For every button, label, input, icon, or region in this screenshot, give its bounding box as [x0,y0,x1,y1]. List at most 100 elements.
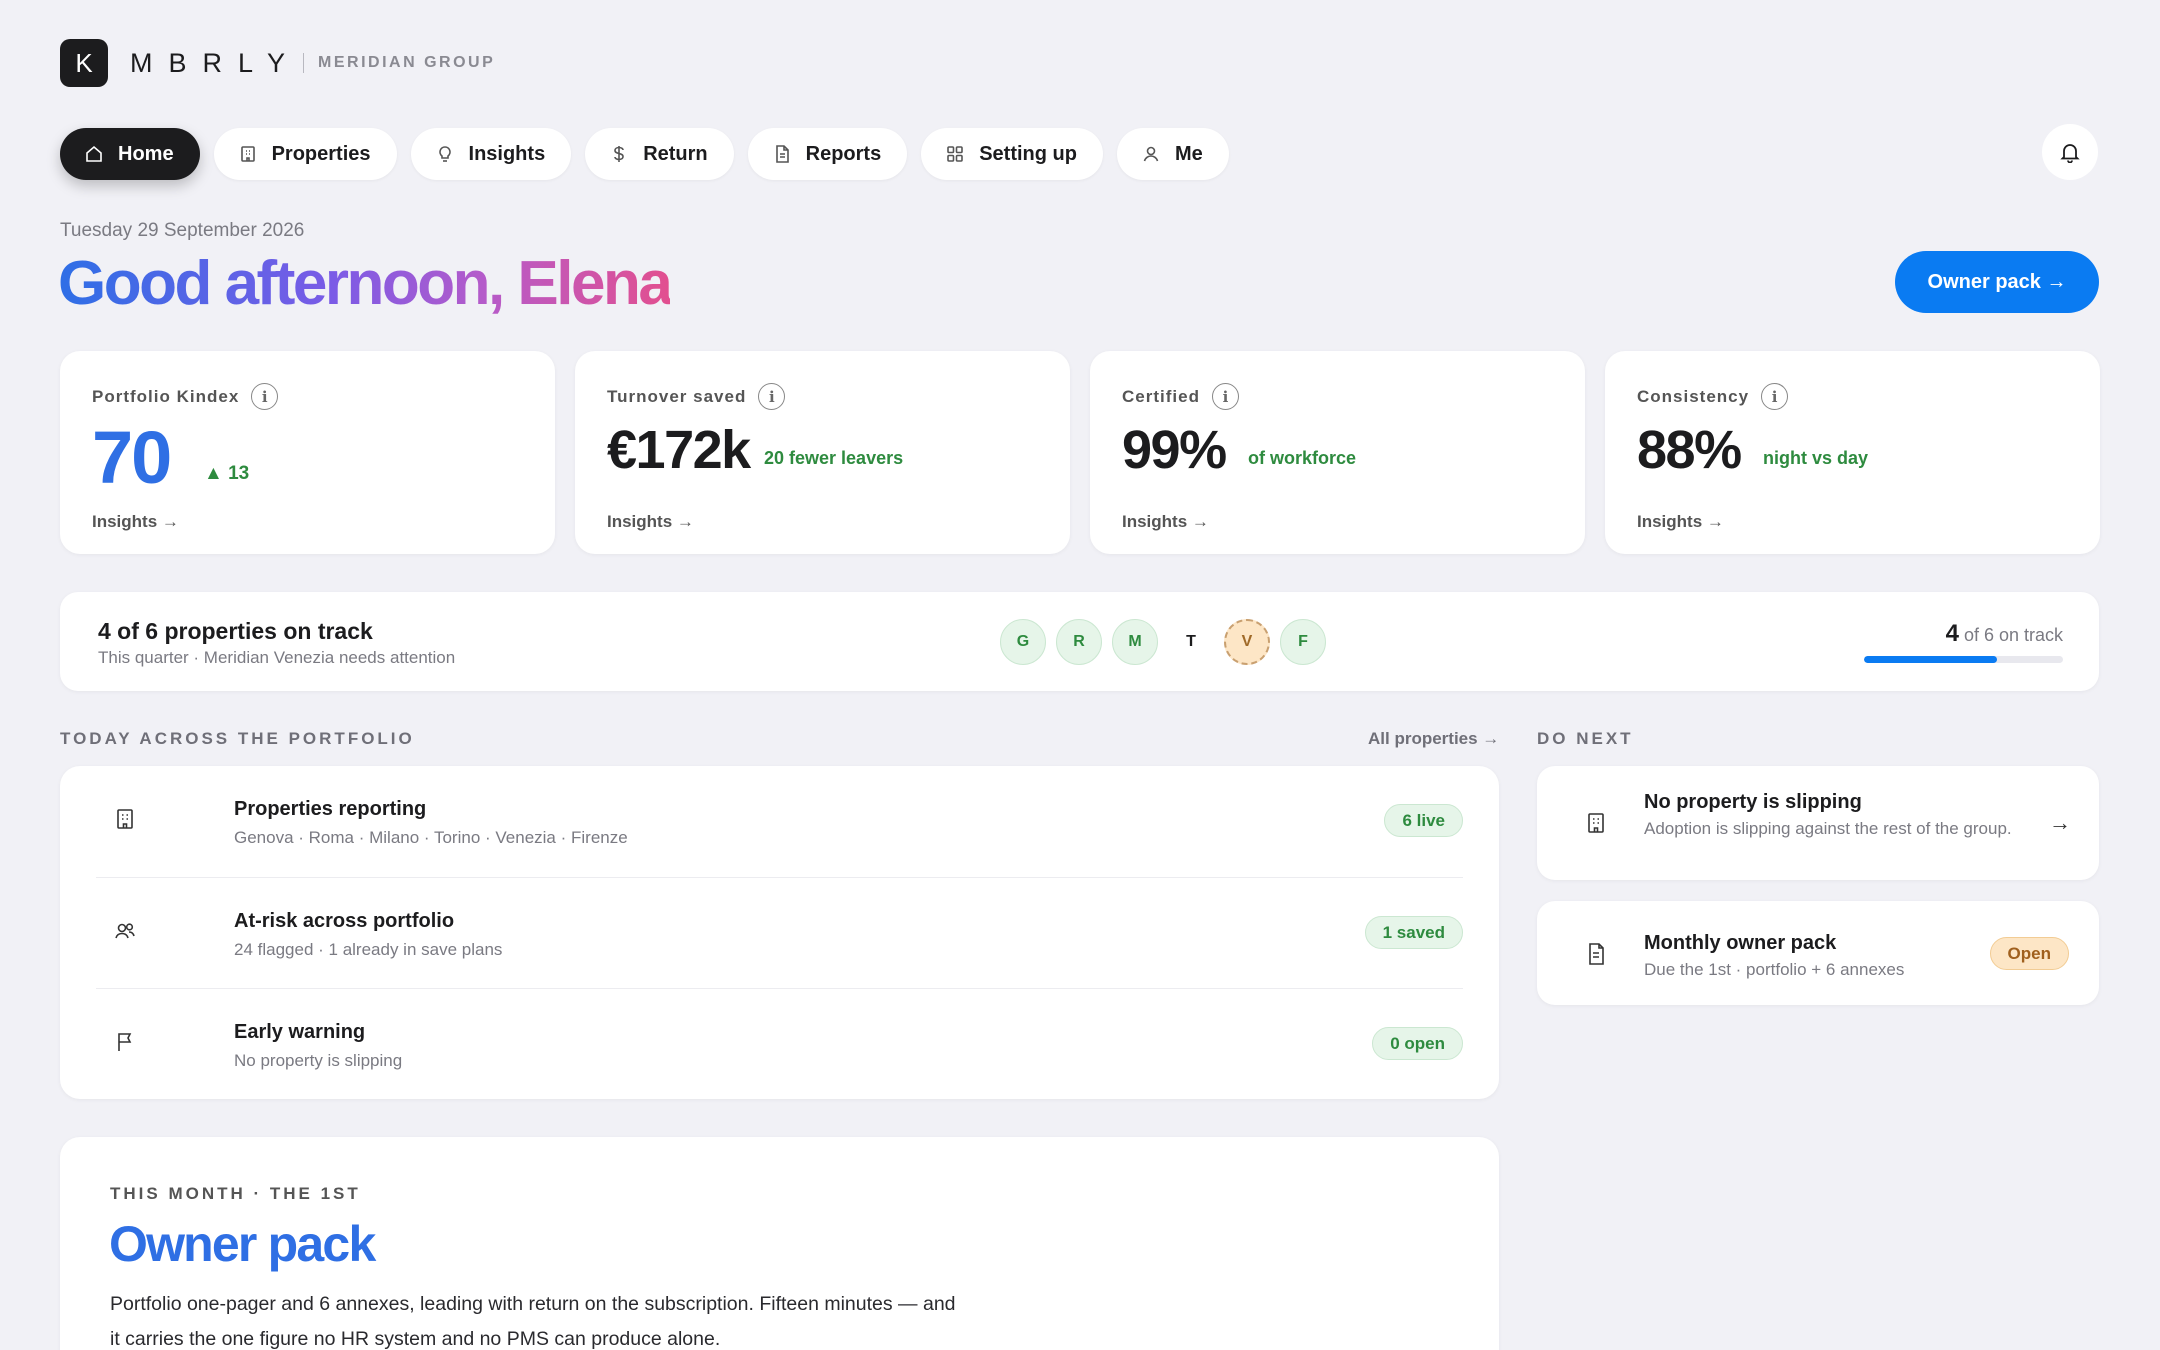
logo: K [60,39,108,87]
row-icon [1583,941,1609,967]
nav-return[interactable]: Return [585,128,734,180]
kpi-card-kindex: Portfolio Kindex i 70 ▲ 13 Insights → [60,351,555,554]
kpi-delta: ▲ 13 [204,463,250,484]
do-next-heading: DO NEXT [1537,729,1634,748]
kpi-label-text: Consistency [1637,386,1750,406]
row-title: Early warning [234,1021,366,1043]
do-next-item[interactable]: No property is slipping Adoption is slip… [1537,766,2099,880]
row-subtitle: 24 flagged · 1 already in save plans [234,940,503,959]
owner-pack-card: THIS MONTH · THE 1ST Owner pack Portfoli… [60,1137,1499,1350]
track-subtitle: This quarter · Meridian Venezia needs at… [98,648,456,667]
building-icon [1588,813,1604,833]
property-dot-milano[interactable]: M [1112,619,1158,665]
kpi-sub: of workforce [1248,448,1357,468]
building-icon [117,809,133,829]
properties-track-bar[interactable]: 4 of 6 properties on track This quarter … [60,592,2099,691]
row-icon [112,1029,138,1055]
brand-divider [303,53,305,73]
kpi-sub: night vs day [1763,448,1869,468]
grid-icon [947,146,964,162]
next-subtitle: Adoption is slipping against the rest of… [1644,819,2012,838]
notifications-button[interactable] [2042,124,2098,180]
kpi-insights-link[interactable]: Insights → [607,512,694,532]
nav-me[interactable]: Me [1116,128,1229,180]
nav-label: Setting up [979,142,1077,165]
nav-setting-up[interactable]: Setting up [921,128,1103,180]
kpi-label: Certified i [1122,383,1239,410]
track-progress-bar [1864,656,2063,663]
kpi-value: €172k [607,420,751,480]
document-icon [1589,943,1604,965]
nav-label: Return [643,142,708,165]
property-dot-firenze[interactable]: F [1280,619,1326,665]
row-title: Properties reporting [234,798,427,820]
nav-insights[interactable]: Insights [410,128,572,180]
kpi-card-consistency: Consistency i 88% night vs day Insights → [1605,351,2100,554]
nav-label: Me [1174,142,1203,165]
next-title: Monthly owner pack [1644,932,1837,954]
nav-label: Properties [271,142,371,165]
status-badge: 6 live [1384,804,1463,837]
kpi-insights-link[interactable]: Insights → [1637,512,1724,532]
info-icon[interactable]: i [1211,383,1239,410]
arrow-right-icon[interactable]: → [2049,810,2071,836]
track-progress-fill [1864,656,1997,663]
list-item[interactable]: At-risk across portfolio 24 flagged · 1 … [96,877,1463,988]
kpi-insights-link[interactable]: Insights → [92,512,179,532]
list-item[interactable]: Early warning No property is slipping 0 … [96,988,1463,1099]
main-nav: Home Properties Insights Return Reports … [60,128,1229,180]
kpi-label-text: Certified [1122,386,1200,406]
current-date: Tuesday 29 September 2026 [60,220,305,241]
pack-body: Portfolio one-pager and 6 annexes, leadi… [110,1293,956,1350]
nav-properties[interactable]: Properties [213,128,397,180]
info-icon[interactable]: i [758,383,786,410]
kpi-value: 99% [1122,420,1227,480]
kpi-label: Consistency i [1637,383,1789,410]
row-icon [112,806,138,832]
document-icon [775,145,789,163]
user-icon [1143,146,1159,162]
home-icon [86,145,102,162]
kpi-insights-link[interactable]: Insights → [1122,512,1209,532]
owner-pack-button[interactable]: Owner pack → [1895,251,2099,313]
kpi-label: Portfolio Kindex i [92,383,279,410]
track-count: 4 of 6 on track [1946,620,2063,648]
open-badge[interactable]: Open [1989,937,2069,970]
track-title: 4 of 6 properties on track [98,618,373,644]
nav-label: Insights [468,142,546,165]
nav-label: Home [118,142,174,165]
flag-icon [118,1033,132,1051]
pack-title: Owner pack [109,1216,376,1272]
nav-home[interactable]: Home [60,128,200,180]
property-dot-roma[interactable]: R [1056,619,1102,665]
row-title: At-risk across portfolio [234,910,455,932]
kpi-value: 88% [1637,420,1742,480]
kpi-sub: 20 fewer leavers [764,448,904,468]
users-icon [115,923,135,939]
nav-label: Reports [805,142,882,165]
property-dot-torino[interactable]: T [1168,619,1214,665]
next-title: No property is slipping [1644,791,1862,813]
brand[interactable]: K MBRLY MERIDIAN GROUP [60,39,495,87]
row-icon [112,918,138,944]
today-heading: TODAY ACROSS THE PORTFOLIO [60,729,415,748]
info-icon[interactable]: i [251,383,279,410]
nav-reports[interactable]: Reports [747,128,908,180]
kpi-label: Turnover saved i [607,383,786,410]
dollar-icon [614,146,624,162]
pack-eyebrow: THIS MONTH · THE 1ST [110,1184,361,1203]
info-icon[interactable]: i [1761,383,1789,410]
kpi-label-text: Portfolio Kindex [92,386,240,406]
org-name: MERIDIAN GROUP [318,54,496,71]
property-status-dots: G R M T V F [1000,619,1326,665]
kpi-label-text: Turnover saved [607,386,747,406]
property-dot-genova[interactable]: G [1000,619,1046,665]
list-item[interactable]: Properties reporting Genova · Roma · Mil… [96,766,1463,877]
row-subtitle: Genova · Roma · Milano · Torino · Venezi… [234,828,628,847]
status-badge: 1 saved [1364,916,1463,949]
all-properties-link[interactable]: All properties → [1368,729,1499,749]
property-dot-venezia[interactable]: V [1224,619,1270,665]
greeting: Good afternoon, Elena [58,249,673,318]
kpi-card-turnover: Turnover saved i €172k 20 fewer leavers I… [575,351,1070,554]
do-next-item[interactable]: Monthly owner pack Due the 1st · portfol… [1537,901,2099,1005]
